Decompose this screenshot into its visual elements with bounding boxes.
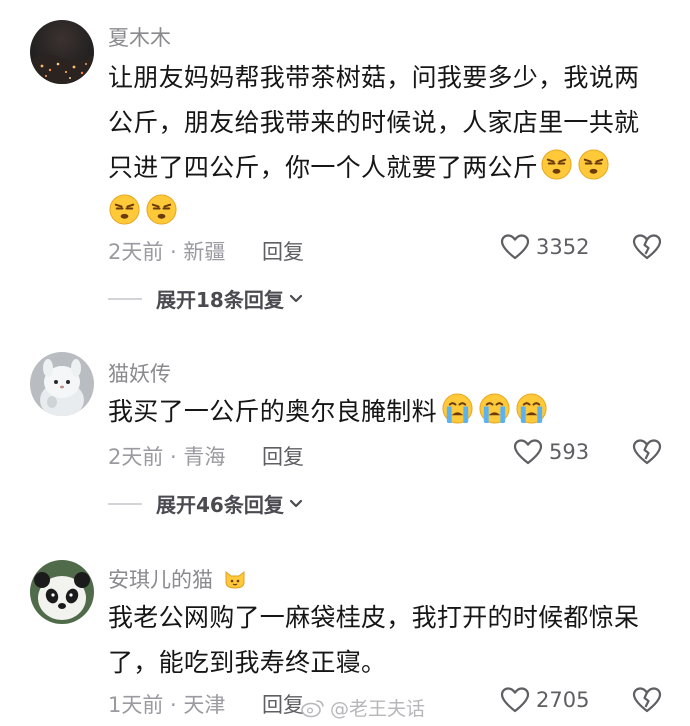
reply-button[interactable]: 回复 [262, 236, 304, 266]
heart-icon [500, 687, 530, 713]
speechless-face-emoji [109, 194, 140, 225]
cat-face-emoji [225, 570, 245, 589]
username[interactable]: 安琪儿的猫 [108, 564, 247, 594]
comment-meta: 2天前 · 新疆 [108, 240, 226, 264]
comment-text-line: 让朋友妈妈帮我带茶树菇，问我要多少，我说两 [108, 63, 640, 92]
reply-button[interactable]: 回复 [262, 441, 304, 471]
comment-text-line: 公斤，朋友给我带来的时候说，人家店里一共就 [108, 108, 640, 137]
dislike-button[interactable] [632, 233, 662, 265]
chevron-down-icon [289, 294, 302, 302]
username[interactable]: 猫妖传 [108, 358, 171, 388]
avatar[interactable] [30, 20, 94, 84]
divider-line [108, 502, 142, 505]
dislike-button[interactable] [632, 686, 662, 718]
comment-text-fragment: 只进了四公斤，你一个人就要了两公斤 [108, 153, 539, 182]
dislike-button[interactable] [632, 438, 662, 470]
comment-text-line: 我老公网购了一麻袋桂皮，我打开的时候都惊呆 [108, 603, 640, 632]
broken-heart-icon [632, 234, 662, 260]
speechless-face-emoji [541, 149, 572, 180]
comment-meta: 1天前 · 天津 [108, 693, 226, 717]
username[interactable]: 夏木木 [108, 22, 171, 52]
divider-line [108, 297, 142, 300]
username-text: 安琪儿的猫 [108, 568, 213, 592]
comment-text: 让朋友妈妈帮我带茶树菇，问我要多少，我说两 公斤，朋友给我带来的时候说，人家店里… [108, 55, 668, 235]
comment-text-line [108, 190, 668, 235]
crying-face-emoji [516, 393, 547, 424]
comment-text-line: 我买了一公斤的奥尔良腌制料 [108, 389, 668, 434]
like-button[interactable]: 3352 [500, 233, 589, 261]
expand-replies-label: 展开46条回复 [156, 493, 284, 517]
avatar[interactable] [30, 352, 94, 416]
crying-face-emoji [442, 393, 473, 424]
broken-heart-icon [632, 439, 662, 465]
broken-heart-icon [632, 687, 662, 713]
chevron-down-icon [289, 499, 302, 507]
watermark-text: @老王夫话 [330, 698, 426, 720]
weibo-logo-icon [301, 699, 324, 717]
comment-text: 我老公网购了一麻袋桂皮，我打开的时候都惊呆 了，能吃到我寿终正寝。 [108, 595, 668, 685]
like-button[interactable]: 2705 [500, 686, 589, 714]
comment-text: 我买了一公斤的奥尔良腌制料 [108, 389, 668, 434]
like-count: 3352 [536, 235, 590, 259]
like-count: 2705 [536, 688, 590, 712]
like-count: 593 [549, 440, 590, 464]
reply-button[interactable]: 回复 [262, 689, 304, 719]
watermark: @老王夫话 [300, 694, 425, 721]
crying-face-emoji [479, 393, 510, 424]
expand-replies-button[interactable]: 展开18条回复 [108, 284, 304, 313]
comment-text-line: 只进了四公斤，你一个人就要了两公斤 [108, 145, 668, 190]
like-button[interactable]: 593 [513, 438, 589, 466]
speechless-face-emoji [146, 194, 177, 225]
speechless-face-emoji [578, 149, 609, 180]
comment-text-fragment: 我买了一公斤的奥尔良腌制料 [108, 397, 437, 426]
heart-icon [513, 439, 543, 465]
comment-meta: 2天前 · 青海 [108, 445, 226, 469]
expand-replies-label: 展开18条回复 [156, 288, 284, 312]
expand-replies-button[interactable]: 展开46条回复 [108, 489, 304, 518]
avatar[interactable] [30, 560, 94, 624]
comment-text-line: 了，能吃到我寿终正寝。 [108, 648, 387, 677]
heart-icon [500, 234, 530, 260]
